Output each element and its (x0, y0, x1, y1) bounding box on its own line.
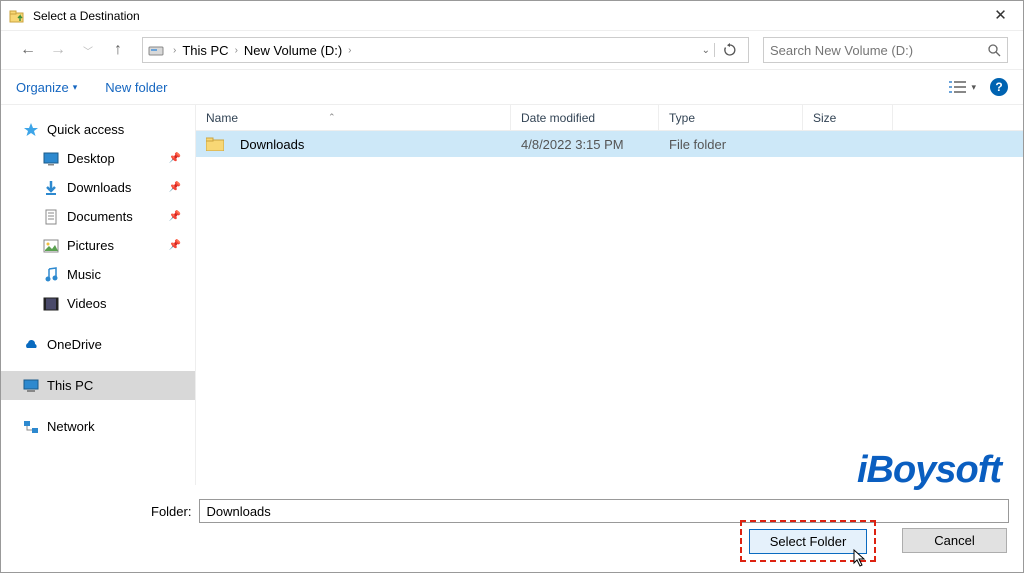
sidebar: Quick access Desktop 📌 Downloads 📌 Docum… (1, 105, 196, 485)
organize-button[interactable]: Organize▾ (16, 80, 77, 95)
details-view-icon (949, 80, 967, 94)
folder-input[interactable] (199, 499, 1009, 523)
view-button[interactable]: ▾ (949, 80, 976, 94)
breadcrumb-item[interactable]: This PC (182, 43, 228, 58)
list-item[interactable]: Downloads 4/8/2022 3:15 PM File folder (196, 131, 1023, 157)
back-button[interactable]: ← (16, 38, 40, 62)
cloud-icon (23, 337, 39, 353)
download-icon (43, 180, 59, 196)
nav-row: ← → ﹀ ↑ › This PC › New Volume (D:) › ⌄ (1, 31, 1023, 69)
recent-dropdown[interactable]: ﹀ (76, 38, 100, 62)
sidebar-item-desktop[interactable]: Desktop 📌 (1, 144, 195, 173)
col-name[interactable]: Name⌃ (196, 105, 511, 130)
chevron-right-icon: › (235, 45, 238, 56)
sort-up-icon: ⌃ (328, 112, 336, 123)
refresh-button[interactable] (714, 43, 744, 57)
col-type[interactable]: Type (659, 105, 803, 130)
network-icon (23, 419, 39, 435)
videos-icon (43, 296, 59, 312)
pc-icon (23, 378, 39, 394)
breadcrumb[interactable]: › This PC › New Volume (D:) › ⌄ (142, 37, 749, 63)
titlebar: Select a Destination ✕ (1, 1, 1023, 31)
music-icon (43, 267, 59, 283)
folder-label: Folder: (151, 504, 191, 519)
folder-up-icon (9, 8, 25, 24)
folder-icon (206, 137, 224, 151)
sidebar-item-thispc[interactable]: This PC (1, 371, 195, 400)
desktop-icon (43, 151, 59, 167)
drive-icon (147, 41, 165, 59)
search-input[interactable] (770, 43, 987, 58)
column-headers: Name⌃ Date modified Type Size (196, 105, 1023, 131)
pictures-icon (43, 238, 59, 254)
search-box[interactable] (763, 37, 1008, 63)
pin-icon: 📌 (169, 182, 181, 193)
cursor-icon (853, 549, 867, 567)
col-date[interactable]: Date modified (511, 105, 659, 130)
file-list: Name⌃ Date modified Type Size Downloads … (196, 105, 1023, 485)
watermark: iBoysoft (857, 449, 1001, 492)
breadcrumb-item[interactable]: New Volume (D:) (244, 43, 342, 58)
forward-button[interactable]: → (46, 38, 70, 62)
up-button[interactable]: ↑ (106, 38, 130, 62)
document-icon (43, 209, 59, 225)
help-button[interactable]: ? (990, 78, 1008, 96)
file-name: Downloads (230, 137, 511, 152)
file-type: File folder (659, 137, 803, 152)
search-icon (987, 43, 1001, 57)
new-folder-button[interactable]: New folder (105, 80, 167, 95)
pin-icon: 📌 (169, 240, 181, 251)
window-title: Select a Destination (33, 9, 978, 23)
sidebar-item-videos[interactable]: Videos (1, 289, 195, 318)
sidebar-item-pictures[interactable]: Pictures 📌 (1, 231, 195, 260)
star-icon (23, 122, 39, 138)
chevron-right-icon: › (173, 45, 176, 56)
sidebar-item-onedrive[interactable]: OneDrive (1, 330, 195, 359)
sidebar-item-downloads[interactable]: Downloads 📌 (1, 173, 195, 202)
main-area: Quick access Desktop 📌 Downloads 📌 Docum… (1, 105, 1023, 485)
col-size[interactable]: Size (803, 105, 893, 130)
chevron-right-icon: › (348, 45, 351, 56)
sidebar-item-network[interactable]: Network (1, 412, 195, 441)
file-date: 4/8/2022 3:15 PM (511, 137, 659, 152)
sidebar-item-documents[interactable]: Documents 📌 (1, 202, 195, 231)
close-button[interactable]: ✕ (978, 1, 1023, 31)
pin-icon: 📌 (169, 153, 181, 164)
sidebar-item-music[interactable]: Music (1, 260, 195, 289)
toolbar: Organize▾ New folder ▾ ? (1, 69, 1023, 105)
pin-icon: 📌 (169, 211, 181, 222)
sidebar-item-quickaccess[interactable]: Quick access (1, 115, 195, 144)
cancel-button[interactable]: Cancel (902, 528, 1007, 553)
chevron-down-icon[interactable]: ⌄ (702, 45, 710, 56)
